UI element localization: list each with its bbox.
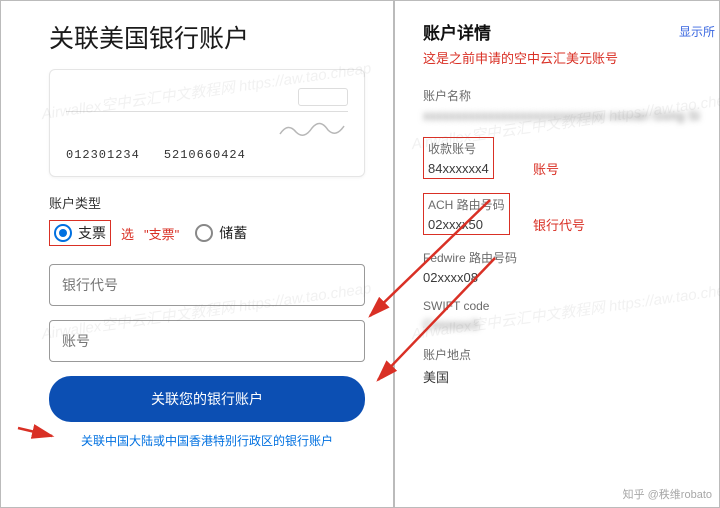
radio-icon <box>54 224 72 242</box>
check-illustration: 012301234 5210660424 <box>49 69 365 177</box>
account-name-value: xxxxxxxxxxxxxxxxxxxxxxxxxxxx xxxxan Gong… <box>423 108 709 123</box>
bank-code-input[interactable] <box>49 264 365 306</box>
detail-title: 账户详情 <box>423 19 709 44</box>
left-panel: 关联美国银行账户 012301234 5210660424 账户类型 支票 选 <box>0 0 394 508</box>
account-type-radios: 支票 选 "支票" 储蓄 <box>49 220 365 246</box>
ach-value: 02xxxx50 <box>428 217 505 232</box>
radio-icon <box>195 224 213 242</box>
radio-savings[interactable]: 储蓄 <box>195 223 247 243</box>
radio-check[interactable]: 支票 <box>54 223 106 243</box>
swift-label: SWIFT code <box>423 299 709 313</box>
swift-value: Cxxxxxx3 <box>423 317 709 332</box>
right-panel: 显示所 账户详情 这是之前申请的空中云汇美元账号 账户名称 xxxxxxxxxx… <box>394 0 720 508</box>
routing-number: 012301234 <box>66 148 140 162</box>
ach-tag: 银行代号 <box>533 215 585 234</box>
detail-note: 这是之前申请的空中云汇美元账号 <box>423 48 709 67</box>
hint-select: 选 <box>121 224 134 243</box>
account-type-label: 账户类型 <box>49 193 365 212</box>
zhihu-watermark: 知乎 @秩维robato <box>623 486 712 502</box>
location-label: 账户地点 <box>423 346 709 363</box>
location-value: 美国 <box>423 367 709 386</box>
hint-check-quote: "支票" <box>144 224 179 243</box>
link-account-button[interactable]: 关联您的银行账户 <box>49 376 365 422</box>
account-input[interactable] <box>49 320 365 362</box>
recv-account-label: 收款账号 <box>428 140 489 157</box>
ach-label: ACH 路由号码 <box>428 196 505 213</box>
fedwire-label: Fedwire 路由号码 <box>423 249 709 266</box>
recv-tag: 账号 <box>533 159 559 178</box>
account-number: 5210660424 <box>164 148 246 162</box>
show-all-link[interactable]: 显示所 <box>679 23 715 40</box>
alt-region-link[interactable]: 关联中国大陆或中国香港特别行政区的银行账户 <box>49 432 365 449</box>
account-name-label: 账户名称 <box>423 87 709 104</box>
fedwire-value: 02xxxx08 <box>423 270 709 285</box>
recv-account-value: 84xxxxxx4 <box>428 161 489 176</box>
signature-icon <box>278 120 348 138</box>
page-title: 关联美国银行账户 <box>49 19 365 55</box>
